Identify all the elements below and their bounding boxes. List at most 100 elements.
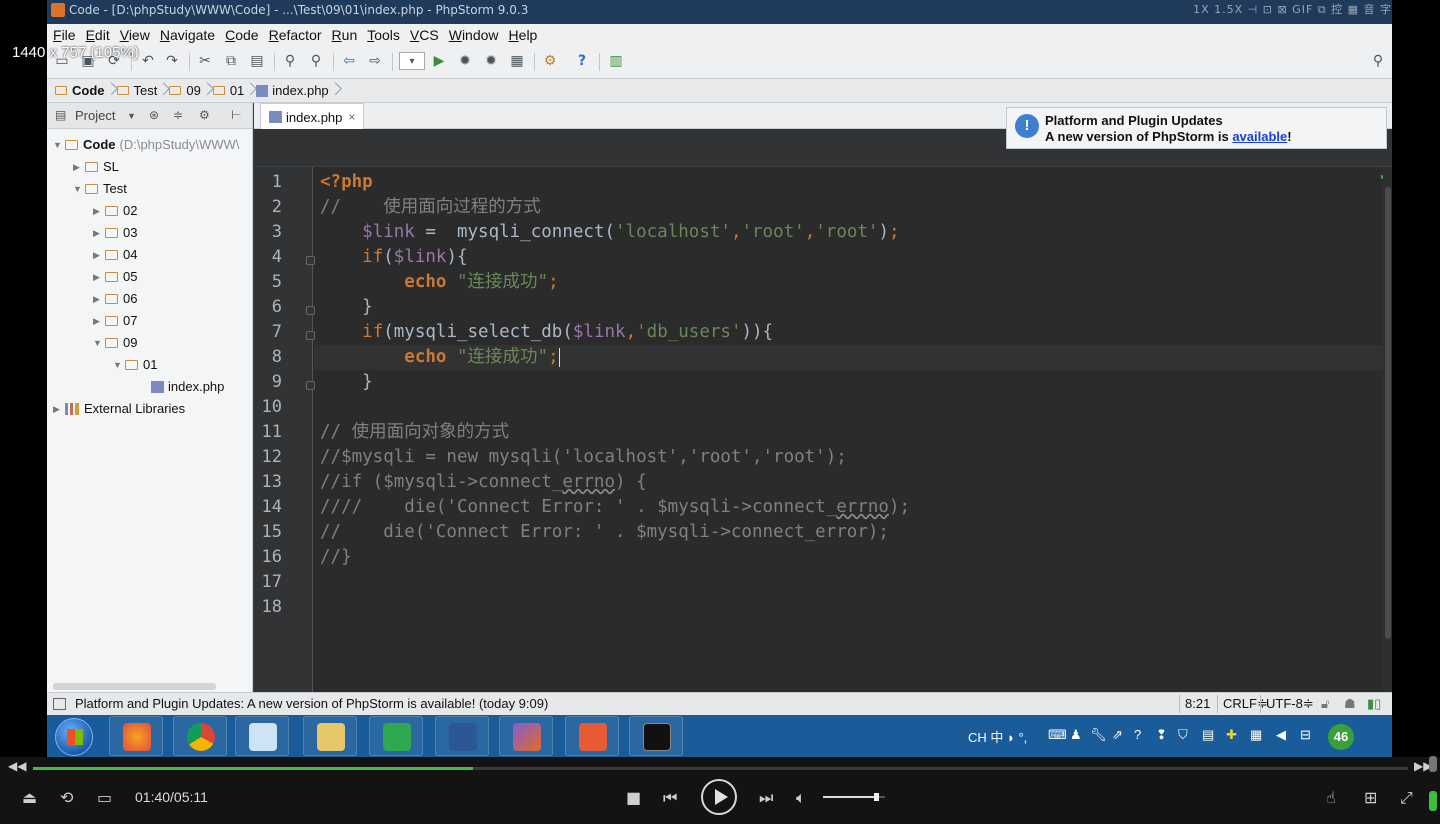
- file-encoding[interactable]: UTF-8≑: [1266, 696, 1314, 712]
- tree-item[interactable]: ▶ 06: [93, 289, 137, 309]
- redo-icon[interactable]: ↷: [163, 52, 181, 70]
- tree-item[interactable]: ▶ 04: [93, 245, 137, 265]
- caret-position[interactable]: 8:21: [1185, 696, 1210, 711]
- seek-back-icon[interactable]: ◀◀: [8, 759, 26, 773]
- help-icon[interactable]: ?: [573, 52, 591, 70]
- tree-item[interactable]: ▼ Code (D:\phpStudy\WWW\: [53, 135, 239, 155]
- coverage-icon[interactable]: ▦: [508, 52, 526, 70]
- scroll-from-source-icon[interactable]: ⊛: [149, 108, 159, 122]
- menu-window[interactable]: Window: [449, 27, 499, 43]
- stop-icon[interactable]: ■: [626, 788, 641, 807]
- copy-icon[interactable]: ⧉: [222, 52, 240, 70]
- tree-item[interactable]: ▼ 01: [113, 355, 157, 375]
- speaker-icon[interactable]: ◀: [1276, 727, 1286, 743]
- tree-item[interactable]: ▶ 05: [93, 267, 137, 287]
- volume-knob[interactable]: [873, 793, 879, 801]
- chevron-down-icon[interactable]: ▼: [127, 111, 136, 121]
- chevron-down-icon[interactable]: ▼: [73, 179, 85, 199]
- project-horizontal-scrollbar[interactable]: [53, 683, 216, 690]
- previous-icon[interactable]: ⏮: [663, 788, 677, 808]
- taskbar-app-camtasia[interactable]: [369, 716, 423, 756]
- menu-tools[interactable]: Tools: [367, 27, 400, 43]
- taskbar-app-explorer[interactable]: [303, 716, 357, 756]
- external-icon[interactable]: ⇗: [1112, 727, 1123, 743]
- chevron-right-icon[interactable]: ▶: [93, 201, 105, 221]
- monitor-icon[interactable]: ▦: [1250, 727, 1262, 743]
- status-message[interactable]: Platform and Plugin Updates: A new versi…: [75, 696, 548, 711]
- chevron-right-icon[interactable]: ▶: [53, 399, 65, 419]
- chevron-right-icon[interactable]: ▶: [93, 245, 105, 265]
- window-controls[interactable]: 1X 1.5X ⊣ ⊡ ⊠ GIF ⧉ 控 ▦ 音 字: [1193, 0, 1392, 20]
- breadcrumb-item[interactable]: 09: [169, 83, 206, 98]
- menu-view[interactable]: View: [120, 27, 150, 43]
- collapse-all-icon[interactable]: ≑: [173, 108, 183, 122]
- wrench-icon[interactable]: 🔧︎: [1090, 727, 1107, 743]
- tree-item[interactable]: ▶ 03: [93, 223, 137, 243]
- taskbar-app-cmd[interactable]: [629, 716, 683, 756]
- clipboard-icon[interactable]: ▤: [1202, 727, 1214, 743]
- toolbox-icon[interactable]: ⊞: [1364, 788, 1377, 807]
- network-icon[interactable]: ⊟: [1300, 727, 1311, 743]
- chevron-right-icon[interactable]: ▶: [73, 157, 85, 177]
- edge-handle[interactable]: [1429, 756, 1437, 772]
- menu-file[interactable]: File: [53, 27, 76, 43]
- editor-vertical-scrollbar[interactable]: [1383, 167, 1392, 692]
- tree-item[interactable]: ▶ External Libraries: [53, 399, 185, 419]
- run-icon[interactable]: ▶: [430, 52, 448, 70]
- paste-icon[interactable]: ▤: [248, 52, 266, 70]
- chevron-down-icon[interactable]: ▼: [53, 135, 65, 155]
- tab-index-php[interactable]: index.php ×: [260, 103, 365, 130]
- menu-help[interactable]: Help: [509, 27, 538, 43]
- taskbar-app-camtasia-recorder[interactable]: [565, 716, 619, 756]
- update-notification[interactable]: ! Platform and Plugin Updates A new vers…: [1006, 107, 1387, 149]
- event-log-icon[interactable]: [53, 698, 66, 710]
- replace-icon[interactable]: ⚲: [307, 52, 325, 70]
- available-link[interactable]: available: [1232, 129, 1287, 144]
- tree-item[interactable]: ▶ 02: [93, 201, 137, 221]
- run-config-dropdown[interactable]: ▾: [399, 52, 425, 70]
- find-icon[interactable]: ⚲: [281, 52, 299, 70]
- badge-counter[interactable]: 46: [1328, 724, 1354, 750]
- taskbar-app[interactable]: [109, 716, 163, 756]
- next-icon[interactable]: ⏭: [759, 788, 773, 808]
- back-icon[interactable]: ⇦: [340, 52, 358, 70]
- hide-panel-icon[interactable]: ⊢: [231, 108, 241, 122]
- fullscreen-icon[interactable]: ⤢: [1400, 788, 1413, 808]
- menu-refactor[interactable]: Refactor: [269, 27, 322, 43]
- menu-edit[interactable]: Edit: [86, 27, 110, 43]
- breadcrumb-item[interactable]: Code: [55, 83, 111, 98]
- ime-indicator[interactable]: CH 中 ◗ °,: [968, 727, 1027, 746]
- project-panel-title[interactable]: Project: [75, 108, 115, 123]
- chevron-right-icon[interactable]: ▶: [93, 223, 105, 243]
- cut-icon[interactable]: ✂: [196, 52, 214, 70]
- shield-icon[interactable]: ⛉: [1178, 727, 1188, 743]
- menu-navigate[interactable]: Navigate: [160, 27, 215, 43]
- line-separator[interactable]: CRLF≑: [1223, 696, 1268, 712]
- taskbar-app-search[interactable]: [235, 716, 289, 756]
- chevron-right-icon[interactable]: ▶: [93, 289, 105, 309]
- taskbar-app-chrome[interactable]: [173, 716, 227, 756]
- taskbar-app-word[interactable]: [435, 716, 489, 756]
- breadcrumb-item[interactable]: index.php: [256, 83, 334, 98]
- play-button[interactable]: [701, 779, 737, 815]
- search-everywhere-icon[interactable]: ⚲: [1369, 52, 1387, 70]
- start-button[interactable]: [55, 718, 93, 756]
- gear-icon[interactable]: ⚙: [199, 108, 210, 122]
- taskbar-app-phpstorm[interactable]: [499, 716, 553, 756]
- keyboard-icon[interactable]: ⌨: [1048, 727, 1067, 743]
- volume-icon[interactable]: 🔈︎: [796, 788, 806, 808]
- eject-icon[interactable]: ⏏: [22, 788, 37, 807]
- tree-item[interactable]: ▶ 07: [93, 311, 137, 331]
- tree-item[interactable]: ▼ Test: [73, 179, 127, 199]
- vcs-icon[interactable]: ▥: [607, 52, 625, 70]
- help-circle-icon[interactable]: ?: [1134, 727, 1141, 742]
- tree-item[interactable]: ▼ 09: [93, 333, 137, 353]
- code-area[interactable]: <?php // 使用面向过程的方式 $link = mysqli_connec…: [314, 167, 1392, 692]
- menu-run[interactable]: Run: [332, 27, 358, 43]
- menu-code[interactable]: Code: [225, 27, 258, 43]
- notification-icon[interactable]: ❢: [1156, 727, 1167, 743]
- chevron-down-icon[interactable]: ▼: [93, 333, 105, 353]
- undo-icon[interactable]: ↶: [139, 52, 157, 70]
- breadcrumb-item[interactable]: 01: [212, 83, 250, 98]
- tree-item[interactable]: index.php: [151, 377, 224, 397]
